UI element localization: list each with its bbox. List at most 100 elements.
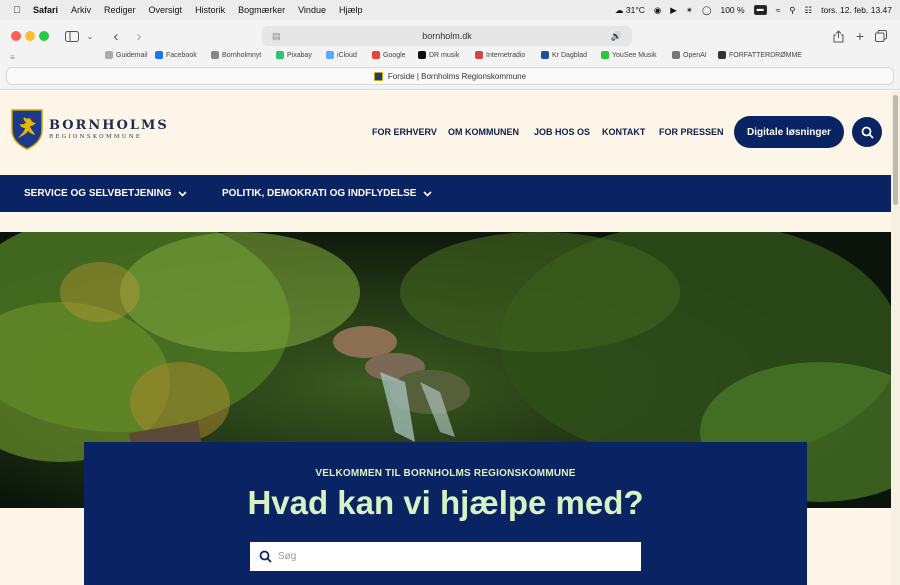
nav-for-pressen[interactable]: FOR PRESSEN	[659, 127, 724, 137]
mainnav-politik-label: POLITIK, DEMOKRATI OG INDFLYDELSE	[222, 188, 417, 199]
bookmark-bornholmnyt[interactable]: Bornholmnyt	[211, 51, 261, 59]
menu-hjaelp[interactable]: Hjælp	[339, 5, 363, 15]
forward-button[interactable]: ›	[131, 26, 147, 46]
control-center-icon[interactable]: ☷	[804, 5, 812, 16]
sidebar-toggle-icon[interactable]	[62, 26, 82, 46]
welcome-panel: VELKOMMEN TIL BORNHOLMS REGIONSKOMMUNE H…	[84, 442, 807, 585]
search-spotlight-icon[interactable]: ⚲	[789, 5, 795, 16]
site-search-input[interactable]	[278, 551, 618, 562]
menubar-status-area: ☁ 31°C ◉ ▶ ✴ ◯ 100 % ▬ ≈ ⚲ ☷ tors. 12. f…	[615, 0, 892, 20]
macos-menubar:  Safari Arkiv Rediger Oversigt Historik…	[0, 0, 900, 20]
tab-title: Forside | Bornholms Regionskommune	[387, 71, 527, 81]
bookmark-label: Facebook	[166, 51, 197, 59]
battery-percent: 100 %	[720, 5, 745, 15]
play-icon[interactable]: ▶	[670, 5, 677, 16]
welcome-subtitle: VELKOMMEN TIL BORNHOLMS REGIONSKOMMUNE	[315, 468, 576, 479]
bookmark-label: Pixabay	[287, 51, 312, 59]
zoom-window-button[interactable]	[39, 31, 49, 41]
bookmark-favicon-icon	[418, 51, 426, 59]
bookmark-icloud[interactable]: iCloud	[326, 51, 357, 59]
bookmark-label: YouSee Musik	[612, 51, 657, 59]
bookmark-favicon-icon	[541, 51, 549, 59]
nav-for-erhverv[interactable]: FOR ERHVERV	[372, 127, 437, 137]
bookmark-pixabay[interactable]: Pixabay	[276, 51, 312, 59]
nav-om-kommunen[interactable]: OM KOMMUNEN	[448, 127, 519, 137]
bookmark-guidemail[interactable]: Guidemail	[105, 51, 148, 59]
website-viewport: BORNHOLMS REGIONSKOMMUNE FOR ERHVERV OM …	[0, 91, 891, 585]
bookmark-label: Google	[383, 51, 406, 59]
bookmark-facebook[interactable]: Facebook	[155, 51, 197, 59]
bookmark-yousee-musik[interactable]: YouSee Musik	[601, 51, 657, 59]
site-header: BORNHOLMS REGIONSKOMMUNE FOR ERHVERV OM …	[0, 91, 891, 175]
bookmark-favicon-icon	[672, 51, 680, 59]
safari-toolbar: ⌄ ‹ › ▤ bornholm.dk 🔊 + ≡ Guidemail Faceb…	[0, 20, 900, 90]
menu-arkiv[interactable]: Arkiv	[71, 5, 91, 15]
audio-playing-icon[interactable]: 🔊	[611, 31, 622, 42]
chevron-down-icon	[178, 190, 188, 197]
nav-kontakt[interactable]: KONTAKT	[602, 127, 645, 137]
hearing-icon[interactable]: ◯	[702, 5, 712, 16]
bookmark-favicon-icon	[718, 51, 726, 59]
bookmark-favicon-icon	[372, 51, 380, 59]
menu-bogmaerker[interactable]: Bogmærker	[238, 5, 285, 15]
bookmark-favicon-icon	[601, 51, 609, 59]
bookmark-label: OpenAI	[683, 51, 707, 59]
minimize-window-button[interactable]	[25, 31, 35, 41]
bookmark-google[interactable]: Google	[372, 51, 406, 59]
tab-overview-icon[interactable]	[873, 26, 889, 46]
media-control-icon[interactable]: ◉	[654, 5, 661, 16]
weather-icon[interactable]: ☁ 31°C	[615, 5, 645, 16]
back-button[interactable]: ‹	[108, 26, 124, 46]
menu-vindue[interactable]: Vindue	[298, 5, 326, 15]
menu-historik[interactable]: Historik	[195, 5, 225, 15]
welcome-title: Hvad kan vi hjælpe med?	[247, 484, 644, 521]
tab-active[interactable]: Forside | Bornholms Regionskommune	[6, 67, 894, 85]
menubar-clock[interactable]: tors. 12. feb. 13.47	[821, 5, 892, 15]
bookmark-label: Internetradio	[486, 51, 526, 59]
menu-rediger[interactable]: Rediger	[104, 5, 136, 15]
sidebar-menu-chevron-icon[interactable]: ⌄	[84, 26, 96, 46]
mainnav-service[interactable]: SERVICE OG SELVBETJENING	[24, 188, 188, 199]
page-menu-icon[interactable]: ▤	[272, 31, 281, 42]
close-window-button[interactable]	[11, 31, 21, 41]
battery-icon[interactable]: ▬	[753, 5, 767, 15]
mainnav-politik[interactable]: POLITIK, DEMOKRATI OG INDFLYDELSE	[222, 188, 433, 199]
menu-app-safari[interactable]: Safari	[33, 5, 58, 15]
bookmarks-sidebar-icon[interactable]: ≡	[10, 53, 15, 62]
site-search-field[interactable]	[250, 542, 641, 571]
weather-temp: 31°C	[625, 4, 645, 15]
logo-subtitle: REGIONSKOMMUNE	[49, 134, 143, 140]
bookmark-kr-dagblad[interactable]: Kr Dagblad	[541, 51, 587, 59]
share-icon[interactable]	[830, 26, 846, 46]
wifi-icon[interactable]: ≈	[776, 5, 781, 15]
nav-job-hos-os[interactable]: JOB HOS OS	[534, 127, 590, 137]
bookmark-openai[interactable]: OpenAI	[672, 51, 707, 59]
bluetooth-icon[interactable]: ✴	[686, 5, 693, 16]
bookmark-favicon-icon	[155, 51, 163, 59]
main-navigation: SERVICE OG SELVBETJENING POLITIK, DEMOKR…	[0, 175, 891, 212]
bookmark-internetradio[interactable]: Internetradio	[475, 51, 525, 59]
bookmark-favicon-icon	[276, 51, 284, 59]
address-bar[interactable]: ▤ bornholm.dk 🔊	[262, 26, 632, 46]
logo-name: BORNHOLMS	[49, 118, 169, 133]
new-tab-icon[interactable]: +	[852, 26, 868, 46]
address-url: bornholm.dk	[422, 31, 472, 41]
search-icon	[861, 126, 874, 139]
bookmark-label: FORFATTERDRØMME	[729, 51, 802, 59]
bookmark-forfatterdrømme[interactable]: FORFATTERDRØMME	[718, 51, 802, 59]
bookmarks-bar: ≡ Guidemail Facebook Bornholmnyt Pixabay iCl…	[0, 50, 900, 64]
site-logo[interactable]: BORNHOLMS REGIONSKOMMUNE	[10, 108, 169, 150]
bookmark-label: Guidemail	[116, 51, 148, 59]
bookmark-label: DR musik	[429, 51, 460, 59]
digital-solutions-button[interactable]: Digitale løsninger	[734, 116, 844, 148]
bookmark-label: Bornholmnyt	[222, 51, 262, 59]
apple-menu-icon[interactable]: 	[10, 5, 24, 16]
scrollbar-thumb[interactable]	[893, 95, 898, 205]
bookmark-dr-musik[interactable]: DR musik	[418, 51, 459, 59]
site-search-button[interactable]	[852, 117, 882, 147]
page-scrollbar[interactable]	[891, 91, 900, 585]
menu-oversigt[interactable]: Oversigt	[149, 5, 183, 15]
mainnav-service-label: SERVICE OG SELVBETJENING	[24, 188, 172, 199]
search-icon	[259, 550, 272, 563]
coat-of-arms-icon	[11, 109, 43, 150]
